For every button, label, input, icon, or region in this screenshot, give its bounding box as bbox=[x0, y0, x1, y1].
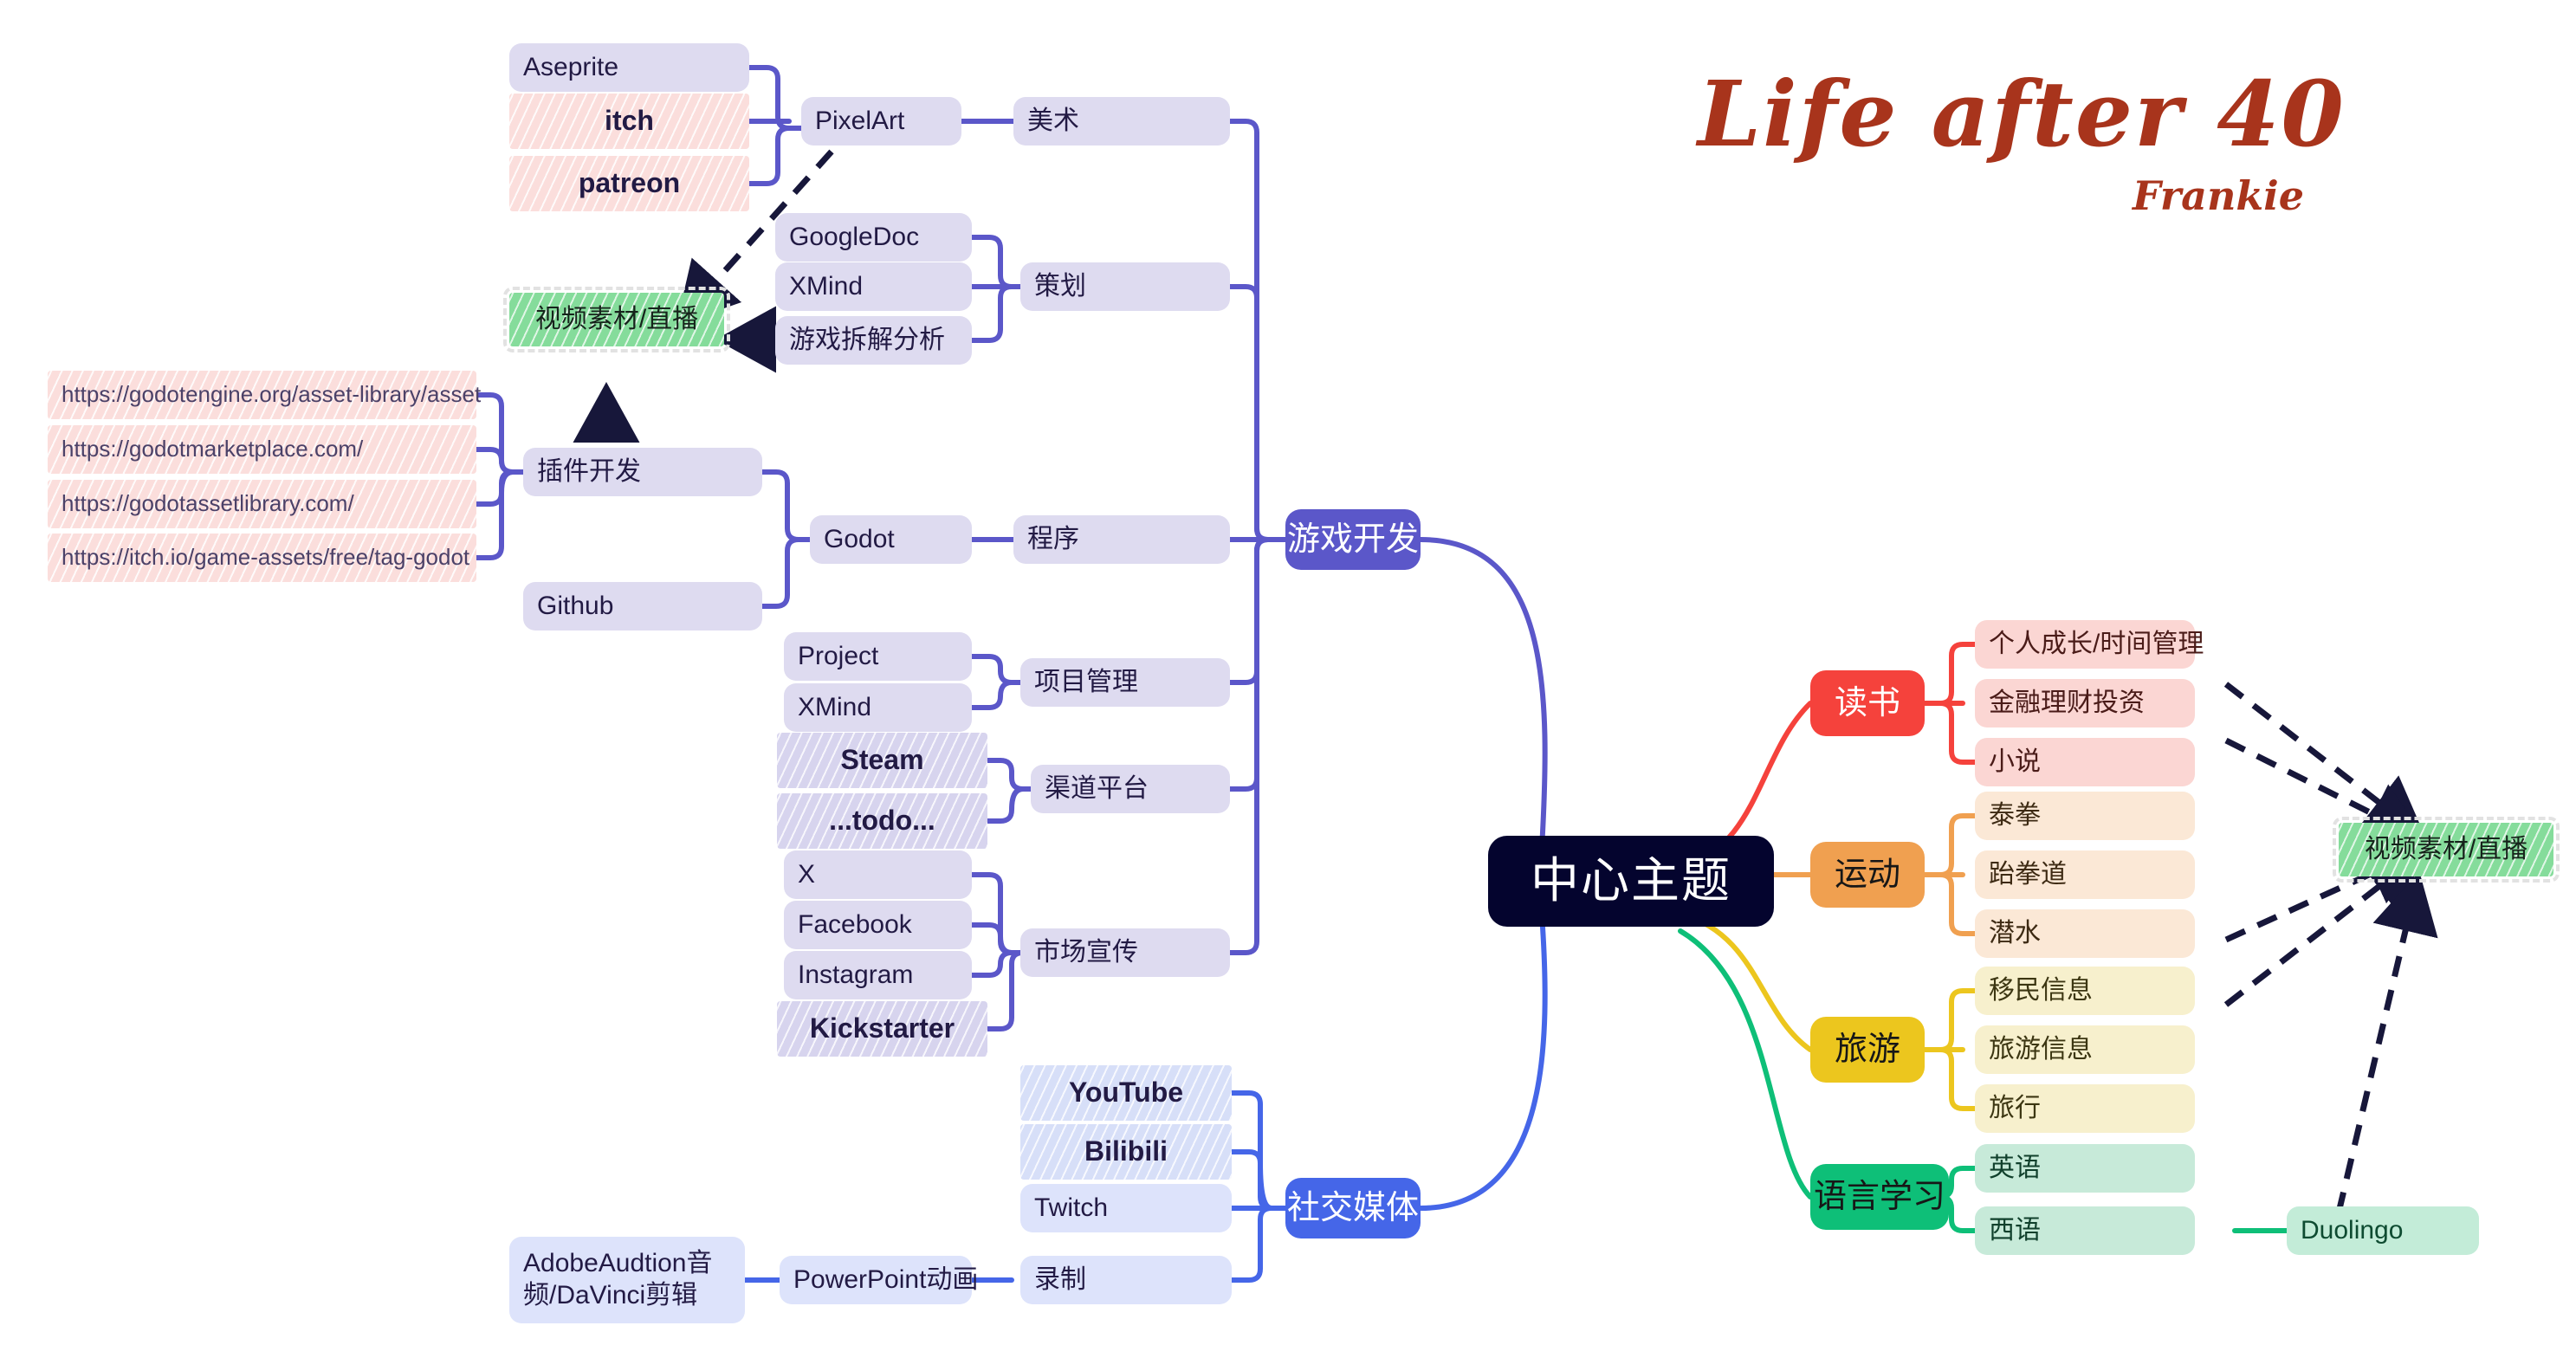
node-todo[interactable]: ...todo... bbox=[777, 793, 987, 849]
branch-sport[interactable]: 运动 bbox=[1810, 842, 1925, 908]
branch-reading[interactable]: 读书 bbox=[1810, 670, 1925, 736]
category-project-management[interactable]: 项目管理 bbox=[1020, 658, 1230, 707]
node-game-analysis[interactable]: 游戏拆解分析 bbox=[775, 316, 972, 365]
node-video-material-left[interactable]: 视频素材/直播 bbox=[503, 287, 730, 352]
node-reading-child-0[interactable]: 个人成长/时间管理 bbox=[1975, 620, 2204, 669]
node-url-3[interactable]: https://itch.io/game-assets/free/tag-god… bbox=[48, 534, 476, 582]
node-googledoc[interactable]: GoogleDoc bbox=[775, 213, 972, 262]
node-facebook[interactable]: Facebook bbox=[784, 901, 972, 949]
node-sport-child-0[interactable]: 泰拳 bbox=[1975, 792, 2195, 840]
node-plugin-dev[interactable]: 插件开发 bbox=[523, 448, 762, 496]
page-title: Life after 40 bbox=[1698, 61, 2346, 167]
node-pixelart[interactable]: PixelArt bbox=[801, 97, 961, 146]
branch-travel[interactable]: 旅游 bbox=[1810, 1017, 1925, 1083]
node-powerpoint[interactable]: PowerPoint动画 bbox=[780, 1256, 978, 1304]
author-signature: Frankie bbox=[2133, 172, 2304, 219]
category-recording[interactable]: 录制 bbox=[1020, 1256, 1232, 1304]
node-language-child-1[interactable]: 西语 bbox=[1975, 1206, 2195, 1255]
node-reading-child-1[interactable]: 金融理财投资 bbox=[1975, 679, 2195, 728]
node-bilibili[interactable]: Bilibili bbox=[1020, 1124, 1232, 1180]
node-sport-child-1[interactable]: 跆拳道 bbox=[1975, 850, 2195, 899]
node-travel-child-2[interactable]: 旅行 bbox=[1975, 1084, 2195, 1133]
node-xmind-pm[interactable]: XMind bbox=[784, 683, 972, 732]
node-xmind-planning[interactable]: XMind bbox=[775, 262, 972, 311]
node-reading-child-2[interactable]: 小说 bbox=[1975, 738, 2195, 786]
node-itch[interactable]: itch bbox=[509, 94, 749, 149]
brand-title-block: Life after 40 Frankie bbox=[1698, 61, 2346, 219]
node-travel-child-0[interactable]: 移民信息 bbox=[1975, 967, 2195, 1015]
branch-social-media[interactable]: 社交媒体 bbox=[1285, 1178, 1421, 1238]
node-x[interactable]: X bbox=[784, 850, 972, 899]
branch-game-development[interactable]: 游戏开发 bbox=[1285, 509, 1421, 570]
node-url-1[interactable]: https://godotmarketplace.com/ bbox=[48, 425, 476, 474]
node-project[interactable]: Project bbox=[784, 632, 972, 681]
category-art[interactable]: 美术 bbox=[1013, 97, 1230, 146]
node-instagram[interactable]: Instagram bbox=[784, 951, 972, 999]
node-url-2[interactable]: https://godotassetlibrary.com/ bbox=[48, 480, 476, 528]
category-program[interactable]: 程序 bbox=[1013, 515, 1230, 564]
node-language-child-0[interactable]: 英语 bbox=[1975, 1144, 2195, 1193]
mindmap-canvas: Life after 40 Frankie 中心主题 Aseprite itch… bbox=[0, 0, 2576, 1358]
node-url-0[interactable]: https://godotengine.org/asset-library/as… bbox=[48, 371, 481, 419]
node-twitch[interactable]: Twitch bbox=[1020, 1184, 1232, 1232]
node-github[interactable]: Github bbox=[523, 582, 762, 630]
node-duolingo[interactable]: Duolingo bbox=[2287, 1206, 2479, 1255]
node-youtube[interactable]: YouTube bbox=[1020, 1065, 1232, 1121]
center-topic-node[interactable]: 中心主题 bbox=[1488, 836, 1774, 927]
node-kickstarter[interactable]: Kickstarter bbox=[777, 1001, 987, 1057]
branch-language-learning[interactable]: 语言学习 bbox=[1810, 1164, 1949, 1230]
category-marketing[interactable]: 市场宣传 bbox=[1020, 928, 1230, 977]
node-godot[interactable]: Godot bbox=[810, 515, 972, 564]
node-aseprite[interactable]: Aseprite bbox=[509, 43, 749, 92]
node-patreon[interactable]: patreon bbox=[509, 156, 749, 211]
category-planning[interactable]: 策划 bbox=[1020, 262, 1230, 311]
node-video-material-right[interactable]: 视频素材/直播 bbox=[2333, 817, 2560, 883]
category-channel[interactable]: 渠道平台 bbox=[1031, 765, 1230, 813]
node-steam[interactable]: Steam bbox=[777, 733, 987, 788]
node-travel-child-1[interactable]: 旅游信息 bbox=[1975, 1025, 2195, 1074]
node-sport-child-2[interactable]: 潜水 bbox=[1975, 909, 2195, 958]
node-adobe-davinci[interactable]: AdobeAudtion音 频/DaVinci剪辑 bbox=[509, 1237, 745, 1323]
